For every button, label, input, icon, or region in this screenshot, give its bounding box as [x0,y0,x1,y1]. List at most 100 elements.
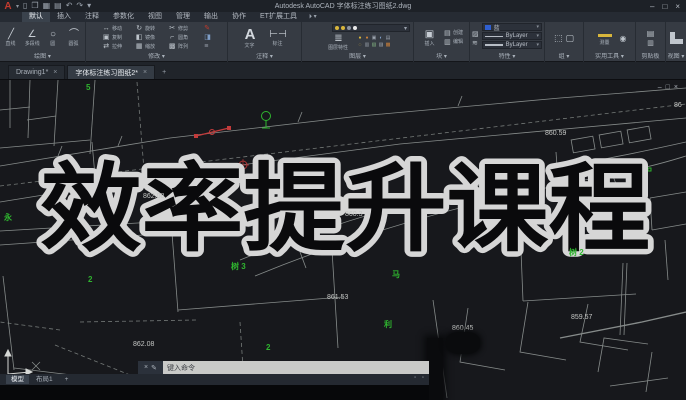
ribbon-tab-参数化[interactable]: 参数化 [106,12,141,22]
layout-tab-布局1[interactable]: 布局1 [31,375,58,384]
tab-close-icon[interactable]: × [53,69,57,76]
file-tab-Drawing1*[interactable]: Drawing1* × [8,65,66,79]
layout-tab-bar: 模型 布局1 + ▫ ▫ [0,374,429,385]
file-tab-label: 字体标注练习图纸2* [75,69,139,77]
open-icon[interactable]: ❒ [31,2,38,10]
polyline-tool[interactable]: ∠ 多段线 [23,29,41,47]
linetype-dropdown[interactable]: ByLayer ▾ [481,32,542,40]
drawing-restore-button[interactable]: □ [666,84,674,91]
drawing-minimize-button[interactable]: – [658,84,666,91]
fillet-tool[interactable]: ⌐ 圆角 [168,34,200,43]
measure-tool[interactable]: 测量 [593,30,617,46]
panel-label-annotate[interactable]: 注释 ▾ [228,53,301,62]
command-close-icon[interactable]: × [144,364,148,371]
file-tab-字体标注练习图纸2*[interactable]: 字体标注练习图纸2* × [67,65,156,79]
explode-tool-icon[interactable]: ◨ [204,34,211,42]
ucs-icon [4,348,34,376]
move-tool[interactable]: ↔ 移动 [102,25,134,34]
panel-label-draw[interactable]: 绘图 ▾ [0,53,85,62]
scale-tool[interactable]: ▦ 缩放 [135,43,167,52]
drawing-close-button[interactable]: × [674,84,682,91]
window-controls: – □ × [650,2,686,11]
quick-select-icon[interactable]: ◉ [620,34,627,43]
ungroup-icon[interactable]: ▢ [566,33,575,44]
redo-icon[interactable]: ↷ [76,2,83,10]
array-tool[interactable]: ▩ 阵列 [168,43,200,52]
ribbon-tab-管理[interactable]: 管理 [169,12,197,22]
ribbon-tab-默认[interactable]: 默认 [22,12,50,22]
save-icon[interactable]: ▦ [43,2,51,10]
layer-properties-icon: ≣ [334,33,343,44]
dimension-icon: ⊢⊣ [269,29,287,40]
command-customize-icon[interactable]: ✎ [151,364,157,372]
panel-label-modify[interactable]: 修改 ▾ [86,53,227,62]
properties-palette-icon[interactable]: ≋ [472,39,479,47]
panel-label-clipboard[interactable]: 剪贴板 [636,53,665,62]
ribbon-tab-插入[interactable]: 插入 [50,12,78,22]
create-block-tool[interactable]: ▤ 创建 [443,30,464,38]
mirror-tool[interactable]: ◧ 镜像 [135,34,167,43]
line-tool[interactable]: ╱ 直线 [2,29,20,47]
copy-tool[interactable]: ▣ 复制 [102,34,134,43]
feature-label: 5 [86,83,91,92]
erase-tool-icon[interactable]: ✎ [204,25,211,33]
undo-icon[interactable]: ↶ [66,2,73,10]
ribbon-tab-ET扩展工具[interactable]: ET扩展工具 [253,12,304,22]
match-properties-icon[interactable]: ▨ [472,30,479,38]
arc-tool[interactable]: ⌒ 圆弧 [65,29,83,47]
app-menu-dropdown-icon[interactable]: ▾ [16,3,19,10]
circle-tool[interactable]: ○ 圆 [44,29,62,47]
layout-tab-模型[interactable]: 模型 [6,375,29,384]
panel-label-view[interactable]: 视图 ▾ [666,53,686,62]
array-icon: ▩ [168,43,176,50]
layout-tab-+[interactable]: + [60,375,74,384]
ribbon: ╱ 直线 ∠ 多段线 ○ 圆 ⌒ 圆弧 绘图 ▾ ↔ 移动 ↻ 旋转 ✂ 修剪 ▣ 复制 ◧ 镜像… [0,22,686,62]
panel-label-groups[interactable]: 组 ▾ [545,53,583,62]
layer-tools-grid[interactable]: ● ● ▣ ◐ ▤ ◌ ▥ ▧ ▨ ▩ [357,35,392,49]
autocad-logo-icon[interactable]: A [0,1,16,12]
dimension-tool[interactable]: ⊢⊣ 标注 [265,29,291,47]
new-file-icon[interactable]: ▯ [23,2,27,10]
ribbon-tab-输出[interactable]: 输出 [197,12,225,22]
ribbon-tab-视图[interactable]: 视图 [141,12,169,22]
panel-label-utilities[interactable]: 实用工具 ▾ [584,53,635,62]
group-icon[interactable]: ⬚ [554,33,563,44]
close-button[interactable]: × [675,2,680,11]
rotate-tool[interactable]: ↻ 旋转 [135,25,167,34]
tab-close-icon[interactable]: × [143,69,147,76]
insert-block-tool[interactable]: ▣ 插入 [418,29,440,47]
file-tab-label: Drawing1* [16,69,49,76]
scale-icon: ▦ [135,43,143,50]
print-icon[interactable]: ▤ [54,2,62,10]
new-drawing-tab-button[interactable]: + [157,65,171,79]
copy-clip-icon[interactable]: ▥ [647,39,654,47]
stretch-tool[interactable]: ⇄ 拉伸 [102,43,134,52]
ribbon-display-toggle-icon[interactable]: ⏵ ▾ [304,12,322,22]
command-input[interactable]: 键入命令 [163,361,429,374]
object-color-dropdown[interactable]: 蓝 ▾ [481,23,542,32]
shadow-overlay [446,332,480,354]
layer-properties-tool[interactable]: ≣ 图层特性 [324,33,354,51]
layer-dropdown[interactable]: ▾ [332,24,410,32]
trim-tool[interactable]: ✂ 修剪 [168,25,200,34]
ribbon-panel-properties: ▨ ≋ 蓝 ▾ ByLayer ▾ ByLayer ▾ 特性 ▾ [470,22,545,62]
ribbon-tab-注释[interactable]: 注释 [78,12,106,22]
status-right-icons[interactable]: ▫ ▫ [414,375,426,381]
paste-icon[interactable]: ▤ [647,29,655,38]
drawing-canvas[interactable]: 效率提升课程 860.59 86 862.08 860.3 861.53 862.08 86… [0,80,686,400]
view-base-icon[interactable] [669,32,683,44]
elevation-label: 86 [674,102,682,109]
panel-label-layers[interactable]: 图层 ▾ [302,53,413,62]
text-tool[interactable]: A 文字 [238,27,262,49]
minimize-button[interactable]: – [650,2,654,11]
maximize-button[interactable]: □ [662,2,667,11]
feature-label: 2 [266,343,271,352]
offset-tool-icon[interactable]: ≡ [204,43,211,51]
lineweight-dropdown[interactable]: ByLayer ▾ [481,41,542,49]
qat-dropdown-icon[interactable]: ▾ [87,2,91,10]
panel-label-properties[interactable]: 特性 ▾ [470,53,544,62]
panel-label-block[interactable]: 块 ▾ [414,53,469,62]
edit-block-tool[interactable]: ▥ 编辑 [443,39,464,47]
elevation-label: 860.59 [545,130,567,137]
ribbon-tab-协作[interactable]: 协作 [225,12,253,22]
